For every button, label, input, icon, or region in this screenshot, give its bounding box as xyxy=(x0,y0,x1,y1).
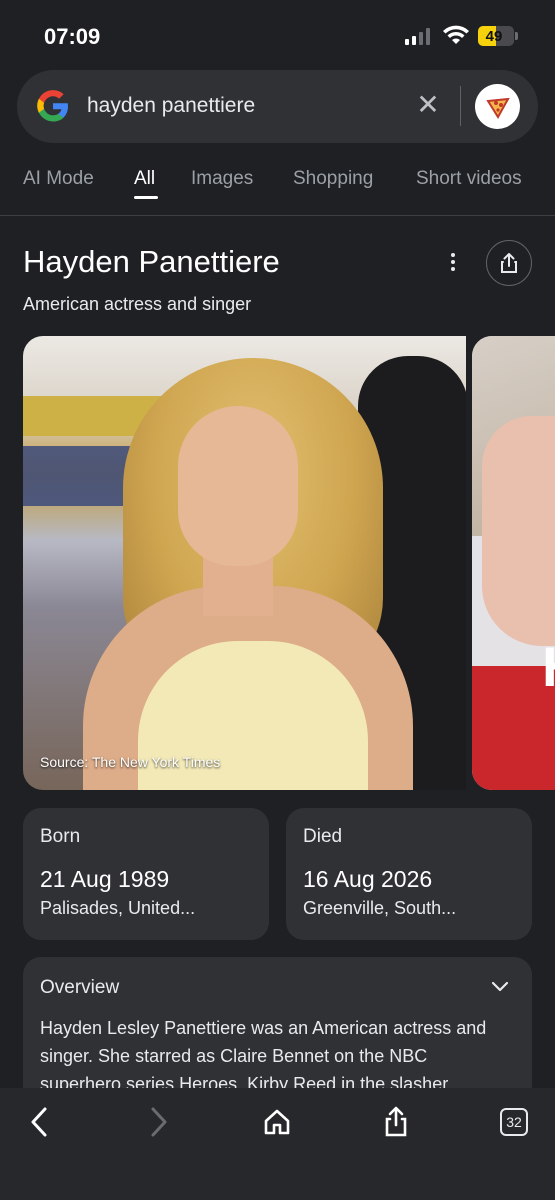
born-card[interactable]: Born 21 Aug 1989 Palisades, United... xyxy=(23,808,269,940)
status-time: 07:09 xyxy=(44,24,101,49)
tab-shopping[interactable]: Shopping xyxy=(293,168,373,190)
home-button[interactable] xyxy=(257,1102,297,1142)
tab-ai-mode[interactable]: AI Mode xyxy=(23,168,94,190)
battery-level: 49 xyxy=(485,28,503,45)
search-bar[interactable]: hayden panettiere ✕ xyxy=(17,70,538,143)
more-options-icon[interactable] xyxy=(440,250,466,278)
pizza-avatar-icon xyxy=(485,97,510,119)
share-icon xyxy=(501,253,517,273)
chevron-down-icon[interactable] xyxy=(489,975,511,997)
tabs-button[interactable]: 32 xyxy=(494,1102,534,1142)
entity-second-image[interactable]: H xyxy=(472,336,555,790)
tab-short-videos[interactable]: Short videos xyxy=(416,168,522,190)
died-label: Died xyxy=(303,826,343,847)
active-tab-indicator xyxy=(134,196,158,199)
share-button[interactable] xyxy=(486,240,532,286)
overview-text: Hayden Lesley Panettiere was an American… xyxy=(40,1018,487,1094)
home-icon xyxy=(264,1109,290,1135)
born-date: 21 Aug 1989 xyxy=(40,866,170,892)
image-source-caption: Source: The New York Times xyxy=(40,754,221,770)
wifi-icon xyxy=(443,25,469,44)
tab-count: 32 xyxy=(500,1108,528,1136)
died-card[interactable]: Died 16 Aug 2026 Greenville, South... xyxy=(286,808,532,940)
tab-images[interactable]: Images xyxy=(191,168,253,190)
entity-title: Hayden Panettiere xyxy=(23,244,280,279)
search-tabs: AI Mode All Images Shopping Short videos xyxy=(0,150,555,216)
battery-tip xyxy=(515,32,518,40)
cellular-signal-icon xyxy=(405,28,430,45)
share-icon xyxy=(385,1106,407,1137)
born-place: Palisades, United... xyxy=(40,898,196,918)
browser-toolbar: 32 xyxy=(0,1088,555,1200)
chevron-left-icon xyxy=(31,1107,47,1137)
clear-search-icon[interactable]: ✕ xyxy=(415,90,441,120)
tab-all[interactable]: All xyxy=(134,168,155,190)
search-input[interactable]: hayden panettiere xyxy=(87,94,255,118)
overview-title: Overview xyxy=(40,977,120,998)
google-logo-icon xyxy=(37,90,68,122)
born-label: Born xyxy=(40,826,81,847)
chevron-right-icon xyxy=(151,1107,167,1137)
entity-main-image[interactable]: Source: The New York Times xyxy=(23,336,466,790)
entity-subtitle: American actress and singer xyxy=(23,294,252,314)
status-bar: 07:09 49 xyxy=(0,0,555,70)
search-divider xyxy=(460,86,461,126)
overview-section[interactable]: Overview Hayden Lesley Panettiere was an… xyxy=(23,957,532,1097)
died-place: Greenville, South... xyxy=(303,898,457,918)
back-button[interactable] xyxy=(20,1102,60,1142)
image-text-fragment: H xyxy=(542,634,555,699)
forward-button[interactable] xyxy=(138,1102,178,1142)
battery-icon: 49 xyxy=(478,26,514,46)
profile-avatar[interactable] xyxy=(475,84,520,129)
died-date: 16 Aug 2026 xyxy=(303,866,433,892)
share-page-button[interactable] xyxy=(376,1102,416,1142)
